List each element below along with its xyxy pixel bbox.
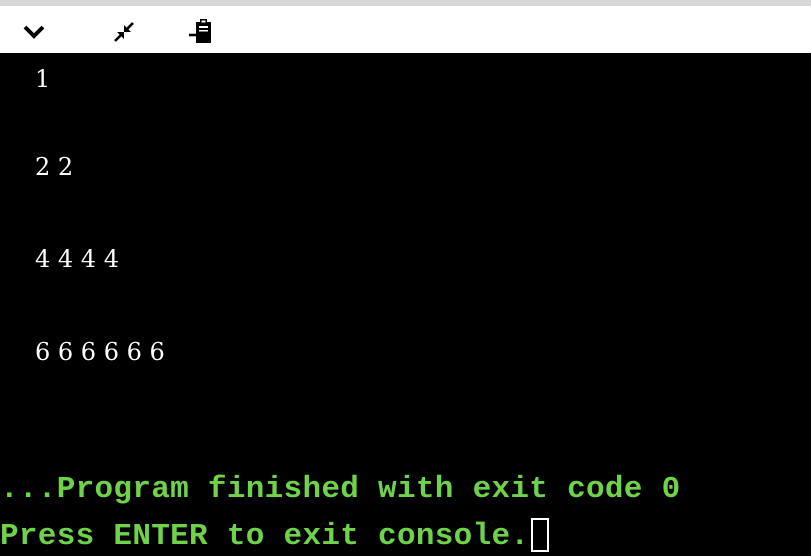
exit-prompt-line: Press ENTER to exit console.	[0, 518, 550, 555]
output-line: 4 4 4 4	[35, 245, 119, 273]
paste-button[interactable]	[187, 18, 215, 46]
exit-status-message: ...Program finished with exit code 0	[0, 472, 681, 507]
console-toolbar	[0, 6, 811, 53]
minimize-button[interactable]	[110, 18, 138, 46]
output-line: 1	[35, 65, 51, 93]
clipboard-paste-icon	[189, 19, 211, 43]
text-cursor	[531, 518, 550, 552]
chevron-down-icon	[23, 25, 45, 39]
console-output[interactable]: 1 2 2 4 4 4 4 6 6 6 6 6 6 ...Program fin…	[0, 53, 811, 556]
exit-prompt-text: Press ENTER to exit console.	[0, 519, 530, 554]
output-line: 2 2	[35, 153, 74, 181]
collapse-button[interactable]	[20, 18, 48, 46]
minimize-arrows-icon	[114, 22, 134, 42]
output-line: 6 6 6 6 6 6	[35, 338, 165, 366]
